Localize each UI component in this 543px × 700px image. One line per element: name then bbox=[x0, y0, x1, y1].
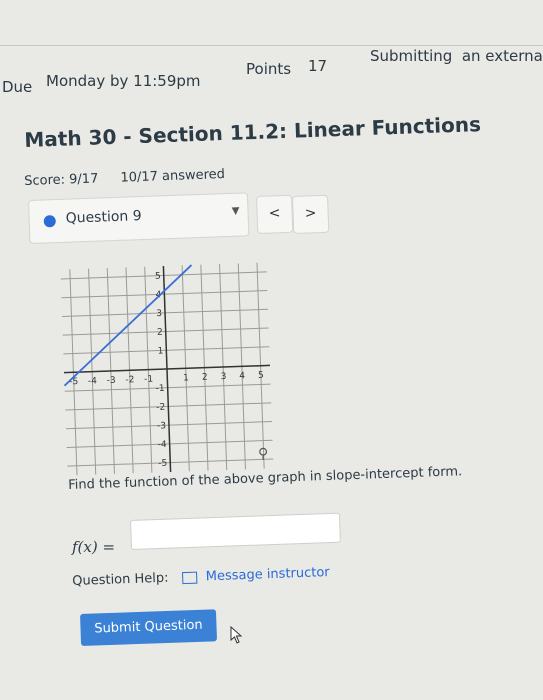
y-tick-label: 2 bbox=[157, 328, 163, 338]
x-tick-label: -2 bbox=[125, 375, 134, 385]
answer-input[interactable] bbox=[130, 512, 341, 550]
submitting-value: an externa bbox=[461, 47, 543, 65]
question-selector[interactable]: Question 9 ▼ bbox=[28, 192, 250, 244]
question-graph: -5 -4 -3 -2 -1 1 2 3 4 5 54321-1-2-3-4-5 bbox=[60, 262, 274, 476]
submit-question-button[interactable]: Submit Question bbox=[80, 609, 218, 646]
y-tick-label: -1 bbox=[156, 384, 165, 394]
graph-line bbox=[63, 264, 193, 387]
x-tick-label: 3 bbox=[220, 372, 226, 382]
status-dot-icon bbox=[43, 215, 56, 228]
graph-series bbox=[63, 264, 193, 387]
help-label: Question Help: bbox=[72, 570, 169, 589]
function-label: f(x) = bbox=[72, 538, 116, 556]
y-tick-label: 1 bbox=[157, 346, 163, 356]
divider bbox=[0, 45, 543, 46]
cursor-icon bbox=[230, 626, 243, 644]
x-tick-label: -3 bbox=[107, 376, 116, 386]
mail-icon bbox=[182, 571, 198, 584]
submitting-label: Submitting bbox=[370, 47, 453, 65]
message-instructor-link[interactable]: Message instructor bbox=[205, 565, 329, 584]
due-label: Due bbox=[2, 78, 33, 96]
due-value: Monday by 11:59pm bbox=[46, 72, 201, 90]
magnify-icon[interactable]: ⚲ bbox=[258, 446, 268, 462]
x-tick-label: -1 bbox=[144, 374, 153, 384]
caret-down-icon: ▼ bbox=[231, 205, 240, 217]
points-label: Points bbox=[246, 60, 292, 78]
submitting-info: Submitting an externa bbox=[370, 47, 543, 65]
x-tick-label: 2 bbox=[202, 373, 208, 383]
x-tick-label: 5 bbox=[258, 371, 264, 381]
question-label: Question 9 bbox=[65, 208, 142, 227]
y-tick-label: 3 bbox=[156, 309, 162, 319]
y-tick-label: -3 bbox=[157, 421, 166, 431]
previous-question-button[interactable]: < bbox=[256, 194, 294, 234]
y-tick-label: -4 bbox=[157, 440, 167, 450]
x-tick-label: 4 bbox=[239, 371, 245, 381]
x-tick-label: -4 bbox=[88, 376, 98, 386]
next-question-button[interactable]: > bbox=[292, 194, 330, 234]
y-tick-label: -5 bbox=[158, 459, 167, 469]
x-tick-label: -5 bbox=[69, 377, 78, 387]
x-tick-label: 1 bbox=[183, 373, 189, 383]
y-tick-label: -2 bbox=[156, 403, 165, 413]
y-tick-label: 5 bbox=[155, 272, 161, 282]
question-help: Question Help: Message instructor bbox=[72, 565, 330, 589]
points-value: 17 bbox=[308, 57, 328, 75]
score-line: Score: 9/17 10/17 answered bbox=[24, 166, 243, 189]
page-title: Math 30 - Section 11.2: Linear Functions bbox=[24, 112, 482, 152]
answered-count: 10/17 answered bbox=[120, 166, 226, 186]
score-value: Score: 9/17 bbox=[24, 171, 99, 189]
